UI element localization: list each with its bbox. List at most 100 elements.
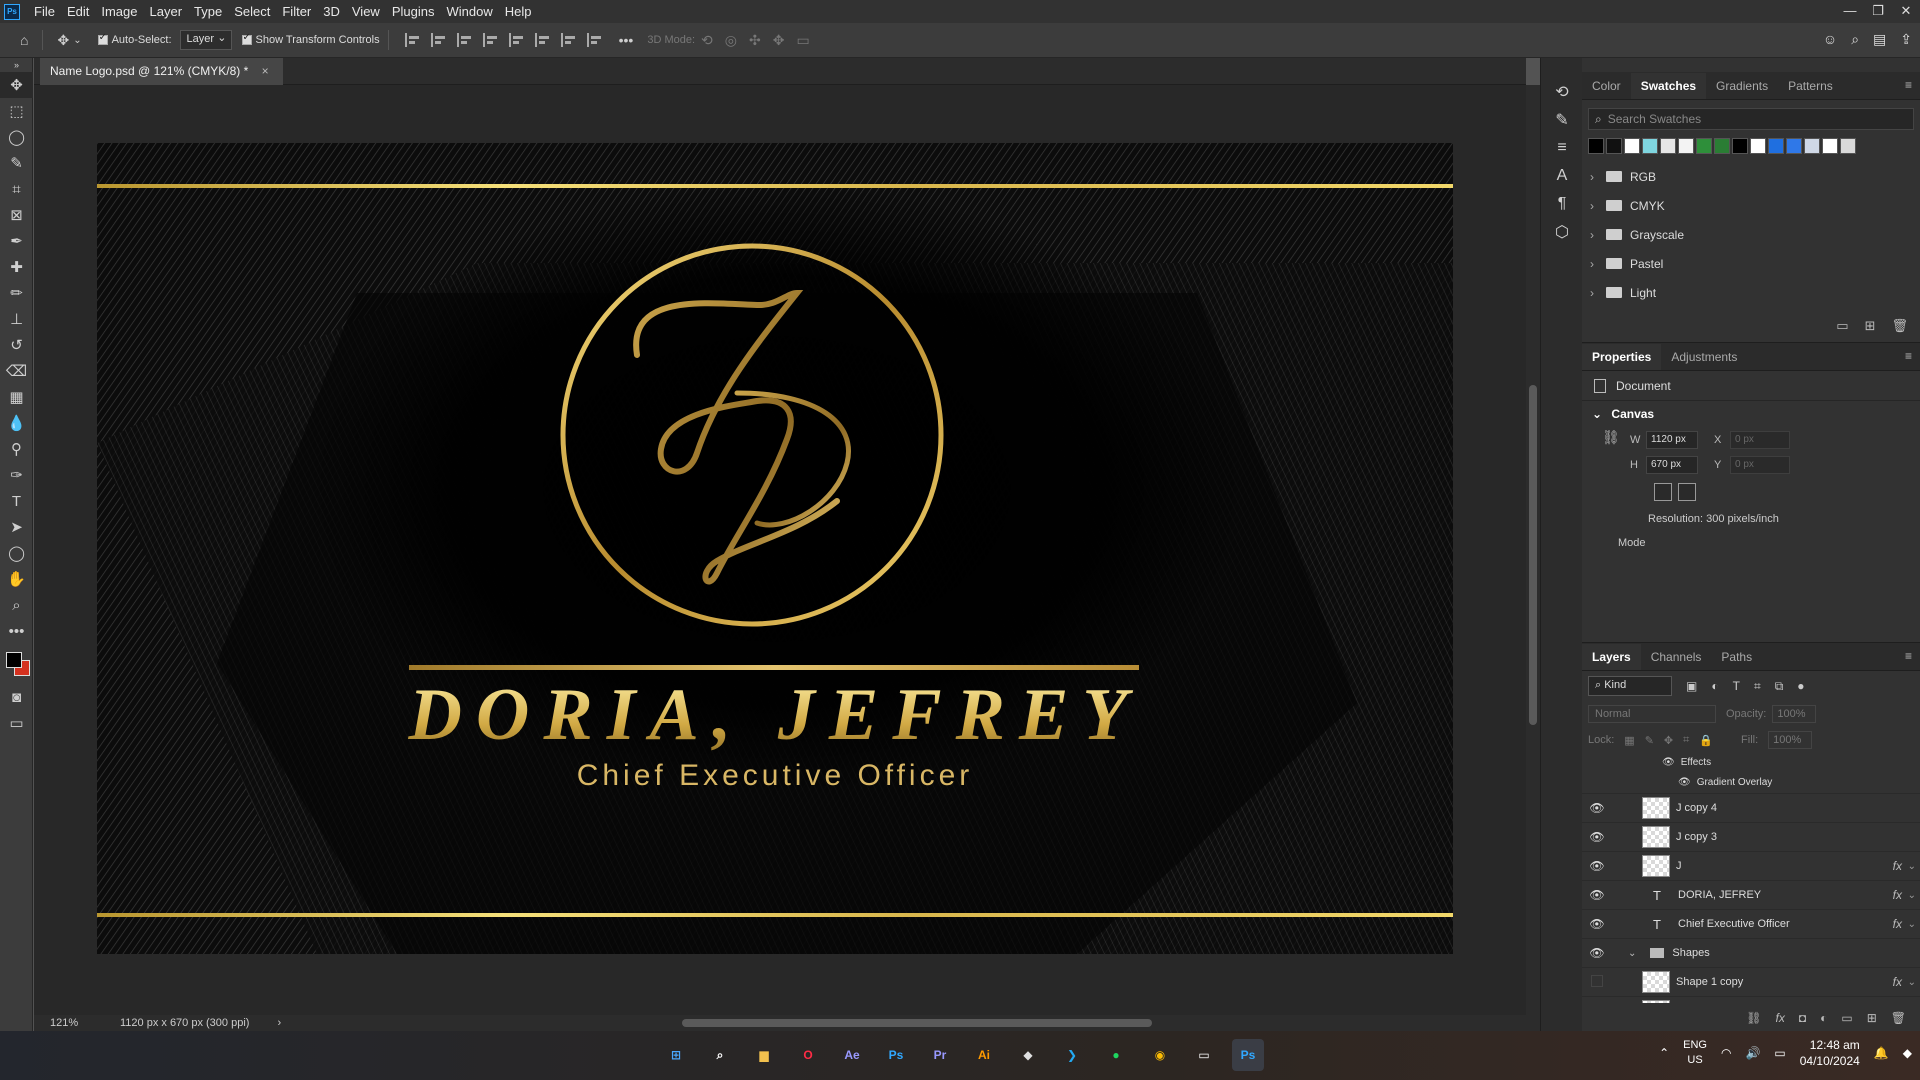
brush-settings-icon[interactable]: ✎	[1541, 106, 1583, 134]
swatch-color[interactable]	[1786, 138, 1802, 154]
tab-gradients[interactable]: Gradients	[1706, 73, 1778, 99]
swatch-color[interactable]	[1606, 138, 1622, 154]
swatch-color[interactable]	[1804, 138, 1820, 154]
quick-mask-icon[interactable]: ◙	[0, 684, 33, 710]
scroll-thumb[interactable]	[1529, 385, 1537, 725]
frame-tool-icon[interactable]: ⊠	[0, 202, 33, 228]
auto-select-target-dropdown[interactable]: Layer	[179, 30, 232, 50]
history-brush-tool-icon[interactable]: ↺	[0, 332, 33, 358]
swatch-color[interactable]	[1642, 138, 1658, 154]
canvas-x-field[interactable]: 0 px	[1730, 430, 1790, 449]
restore-icon[interactable]: ❐	[1864, 0, 1892, 23]
healing-brush-tool-icon[interactable]: ✚	[0, 254, 33, 280]
battery-icon[interactable]: ▭	[1774, 1046, 1785, 1060]
eraser-tool-icon[interactable]: ⌫	[0, 358, 33, 384]
volume-icon[interactable]: 🔊	[1745, 1046, 1760, 1060]
close-icon[interactable]: ✕	[1892, 0, 1920, 23]
close-icon[interactable]: ×	[262, 64, 269, 78]
move-tool-icon[interactable]: ✥	[57, 32, 69, 49]
swatch-color[interactable]	[1732, 138, 1748, 154]
eyedropper-tool-icon[interactable]: ✒	[0, 228, 33, 254]
filter-toggle-icon[interactable]: ●	[1797, 679, 1804, 693]
align-bottom-icon[interactable]	[560, 33, 577, 47]
swatch-color[interactable]	[1624, 138, 1640, 154]
menu-help[interactable]: Help	[499, 0, 538, 23]
taskbar-app-premiere-icon[interactable]: Pr	[924, 1039, 956, 1071]
character-icon[interactable]: A	[1541, 162, 1583, 190]
eye-icon[interactable]: 👁	[1582, 917, 1612, 931]
chevron-down-icon[interactable]: ⌄	[1908, 861, 1916, 872]
ellipse-tool-icon[interactable]: ◯	[0, 540, 33, 566]
crop-tool-icon[interactable]: ⌗	[0, 176, 33, 202]
menu-plugins[interactable]: Plugins	[386, 0, 441, 23]
swatch-group-rgb[interactable]: › RGB	[1582, 162, 1920, 191]
swatch-group-cmyk[interactable]: › CMYK	[1582, 191, 1920, 220]
new-group-icon[interactable]: ▭	[1836, 318, 1848, 334]
layer-effects-row[interactable]: 👁 Effects	[1582, 753, 1920, 772]
search-icon[interactable]: ⌕	[1851, 31, 1859, 48]
taskbar-app-photoshop-active-icon[interactable]: Ps	[1232, 1039, 1264, 1071]
shape-filter-icon[interactable]: ⌗	[1754, 679, 1761, 694]
marquee-tool-icon[interactable]: ⬚	[0, 98, 33, 124]
trash-icon[interactable]: 🗑	[1891, 318, 1908, 334]
align-middle-icon[interactable]	[534, 33, 551, 47]
eye-icon[interactable]: 👁	[1582, 830, 1612, 844]
gradient-tool-icon[interactable]: ▦	[0, 384, 33, 410]
align-center-icon[interactable]	[430, 33, 447, 47]
zoom-level[interactable]: 121%	[50, 1017, 110, 1029]
layer-row[interactable]: 👁Shape 1 copy 4fx⌄	[1582, 997, 1920, 1003]
3d-icon[interactable]: ⬡	[1541, 218, 1583, 246]
pen-tool-icon[interactable]: ✑	[0, 462, 33, 488]
swatch-color[interactable]	[1660, 138, 1676, 154]
eye-icon[interactable]: 👁	[1582, 946, 1612, 960]
swatch-color[interactable]	[1696, 138, 1712, 154]
dodge-tool-icon[interactable]: ⚲	[0, 436, 33, 462]
layer-row[interactable]: 👁 T Chief Executive Officer fx ⌄	[1582, 910, 1920, 939]
layer-row[interactable]: 👁 J copy 3	[1582, 823, 1920, 852]
eye-icon[interactable]: 👁	[1662, 757, 1675, 768]
vertical-scrollbar[interactable]	[1526, 85, 1540, 1015]
lock-transparent-icon[interactable]: ▦	[1624, 734, 1634, 747]
canvas-section-header[interactable]: ⌄ Canvas	[1582, 401, 1920, 427]
eye-icon[interactable]: 👁	[1678, 777, 1691, 788]
fx-icon[interactable]: fx	[1893, 888, 1902, 902]
paragraph-icon[interactable]: ¶	[1541, 190, 1583, 218]
tab-swatches[interactable]: Swatches	[1630, 73, 1707, 99]
hand-tool-icon[interactable]: ✋	[0, 566, 33, 592]
trash-icon[interactable]: 🗑	[1891, 1011, 1906, 1025]
image-filter-icon[interactable]: ▣	[1686, 679, 1697, 693]
panel-menu-icon[interactable]: ≡	[1905, 649, 1912, 663]
menu-layer[interactable]: Layer	[144, 0, 189, 23]
swatch-color[interactable]	[1588, 138, 1604, 154]
add-mask-icon[interactable]: ◘	[1799, 1011, 1806, 1025]
opacity-field[interactable]: 100%	[1772, 705, 1817, 723]
screen-mode-icon[interactable]: ▭	[0, 710, 33, 736]
chevron-right-icon[interactable]: ›	[277, 1017, 281, 1029]
home-icon[interactable]: ⌂	[20, 32, 28, 48]
align-right-icon[interactable]	[456, 33, 473, 47]
lock-position-icon[interactable]: ✥	[1664, 734, 1673, 747]
distribute-vertical-icon[interactable]	[586, 33, 603, 47]
new-group-icon[interactable]: ▭	[1841, 1011, 1852, 1025]
panel-menu-icon[interactable]: ≡	[1905, 349, 1912, 363]
chevron-down-icon[interactable]: ⌄	[1628, 948, 1636, 959]
layer-gradient-overlay-row[interactable]: 👁 Gradient Overlay	[1582, 772, 1920, 794]
3d-pan-icon[interactable]: ✣	[749, 32, 761, 49]
language-indicator[interactable]: ENG US	[1683, 1038, 1707, 1068]
clock[interactable]: 12:48 am 04/10/2024	[1800, 1037, 1860, 1069]
fx-icon[interactable]: fx	[1893, 975, 1902, 989]
taskbar-app-illustrator-icon[interactable]: Ai	[968, 1039, 1000, 1071]
search-swatches-input[interactable]: ⌕ Search Swatches	[1588, 108, 1914, 130]
taskbar-app-photoshop-icon[interactable]: Ps	[880, 1039, 912, 1071]
eye-icon[interactable]: 👁	[1582, 801, 1612, 815]
tab-layers[interactable]: Layers	[1582, 644, 1641, 670]
type-tool-icon[interactable]: T	[0, 488, 33, 514]
taskbar-app-search-icon[interactable]: ⌕	[704, 1039, 736, 1071]
edit-toolbar-icon[interactable]: •••	[0, 618, 33, 644]
align-top-icon[interactable]	[508, 33, 525, 47]
notification-icon[interactable]: 🔔	[1874, 1046, 1889, 1060]
swatch-group-pastel[interactable]: › Pastel	[1582, 249, 1920, 278]
taskbar-app-after-effects-icon[interactable]: Ae	[836, 1039, 868, 1071]
lock-all-icon[interactable]: 🔒	[1699, 734, 1713, 747]
taskbar-app-chat-icon[interactable]: ▭	[1188, 1039, 1220, 1071]
